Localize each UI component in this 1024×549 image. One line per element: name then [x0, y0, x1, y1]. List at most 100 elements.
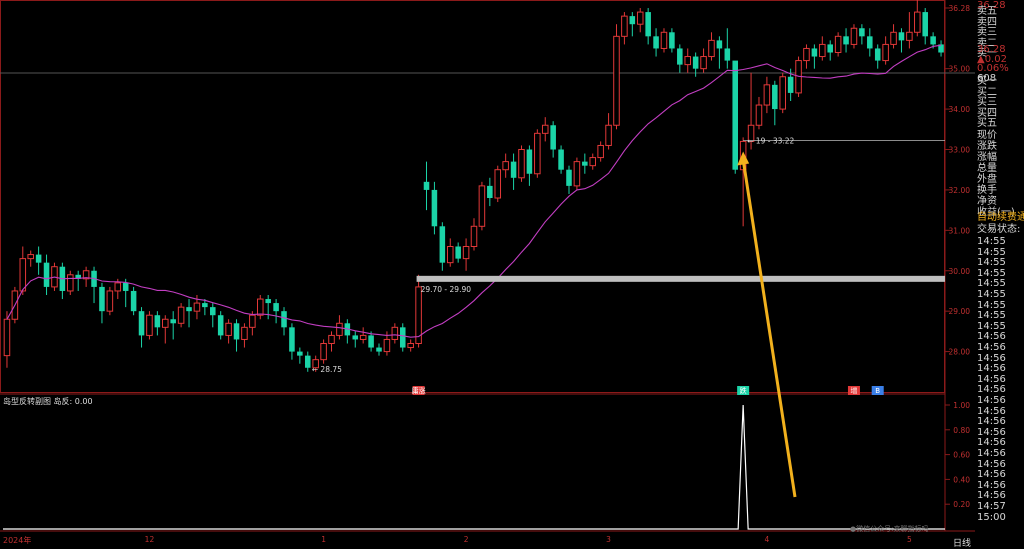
tick-time: 14:56: [977, 437, 1006, 449]
indicator-tick: 0.80: [953, 426, 970, 435]
quote-side-panel: 36.28 卖五 卖四 卖三 卖二 卖一 36.28 ▲0.02 0.06% 买一 买二 买三 买四 买五…: [975, 0, 1024, 546]
candle: [344, 319, 351, 344]
tick-time: 14:56: [977, 384, 1006, 396]
x-tick: 12: [145, 535, 155, 544]
candle: [827, 40, 833, 61]
candle: [582, 153, 588, 174]
candle: [518, 145, 525, 182]
candle: [882, 36, 889, 65]
x-tick: 1: [321, 535, 326, 544]
candle: [906, 12, 913, 49]
gap-zone-label: 29.70 - 29.90: [421, 285, 472, 294]
candle: [613, 24, 620, 130]
candle: [566, 165, 572, 194]
watermark: ●微信公众号:来聊指标吗: [850, 525, 929, 533]
candle: [202, 299, 208, 316]
arrow-shaft: [741, 159, 797, 498]
candle: [605, 113, 612, 150]
candle: [621, 12, 628, 45]
candle: [462, 238, 470, 271]
quote-label: 现价: [977, 130, 997, 141]
candle: [35, 246, 42, 275]
candle: [573, 157, 581, 190]
candle: [217, 311, 224, 340]
candle: [320, 339, 327, 364]
quote-label: 换手: [977, 185, 997, 196]
candle: [154, 311, 161, 336]
candle: [589, 153, 597, 170]
order-book-label: 买二: [977, 86, 997, 98]
annotations-layer: 29.70 - 29.90← 19 - 33.22← 28.75← 38.55庸…: [312, 137, 945, 498]
indicator-tick: 1.00: [953, 401, 970, 410]
status-line: 交易状态: 闭: [977, 224, 1024, 235]
price-tick: 28.00: [949, 348, 971, 357]
candle: [660, 28, 668, 53]
quote-label: 净资: [977, 196, 997, 207]
order-book-label: 卖三: [977, 27, 997, 38]
candle: [859, 24, 865, 45]
candle: [487, 177, 493, 207]
candle: [494, 165, 502, 203]
candle: [59, 262, 66, 300]
price-tick: 35.00: [949, 65, 971, 74]
candle: [138, 307, 145, 348]
candle: [811, 44, 818, 69]
tick-time: 14:56: [977, 448, 1006, 459]
candle: [502, 153, 509, 178]
candles-layer: [3, 0, 944, 372]
candle: [399, 323, 406, 352]
candle: [446, 238, 454, 267]
tick-time: 14:55: [977, 236, 1006, 247]
candle: [772, 80, 778, 126]
order-book-label: 买四: [977, 107, 997, 119]
tick-time: 14:55: [977, 278, 1006, 290]
candle: [645, 8, 651, 45]
candle: [439, 222, 446, 271]
tick-time: 14:56: [977, 331, 1006, 343]
candle: [890, 24, 897, 49]
candle: [352, 331, 359, 348]
candle: [653, 28, 659, 57]
candle: [938, 40, 944, 57]
candle: [328, 331, 335, 352]
candle: [470, 218, 478, 251]
x-tick: 5: [907, 535, 912, 544]
candle: [803, 44, 810, 69]
candle: [289, 323, 295, 360]
candle: [819, 36, 826, 61]
candle: [359, 327, 367, 344]
tick-time: 14:55: [977, 267, 1006, 279]
tick-time: 14:55: [977, 320, 1006, 332]
candle: [146, 311, 153, 340]
signal-marker: B: [875, 387, 880, 395]
tick-time: 14:56: [977, 363, 1006, 375]
tick-time: 14:55: [977, 289, 1006, 300]
candlestick-chart: 36.2835.0034.0033.0032.0031.0030.0029.00…: [0, 0, 975, 544]
candle: [850, 24, 858, 49]
tick-time: 14:55: [977, 310, 1006, 322]
candle: [423, 161, 430, 211]
candle: [273, 299, 279, 324]
x-tick: 3: [606, 535, 611, 544]
candle: [177, 303, 185, 328]
candle: [755, 96, 763, 130]
candle: [170, 311, 176, 340]
quote-label: 涨幅: [977, 152, 997, 163]
tick-time: 14:56: [977, 458, 1006, 470]
candle: [629, 12, 636, 37]
status-line: 自动续费通: [977, 212, 1024, 223]
candle: [478, 181, 486, 231]
candle: [677, 44, 683, 73]
tick-time: 14:56: [977, 490, 1006, 502]
candle: [233, 319, 240, 352]
candle: [724, 28, 731, 69]
candle: [241, 323, 248, 348]
order-book-label: 卖五: [977, 6, 997, 17]
candle: [186, 299, 192, 328]
candle: [534, 129, 541, 178]
candle: [867, 28, 873, 57]
order-book-label: 卖四: [977, 16, 997, 28]
price-tick: 36.28: [949, 4, 971, 13]
price-tick: 30.00: [949, 267, 971, 276]
period-tab[interactable]: 日线: [953, 536, 971, 549]
